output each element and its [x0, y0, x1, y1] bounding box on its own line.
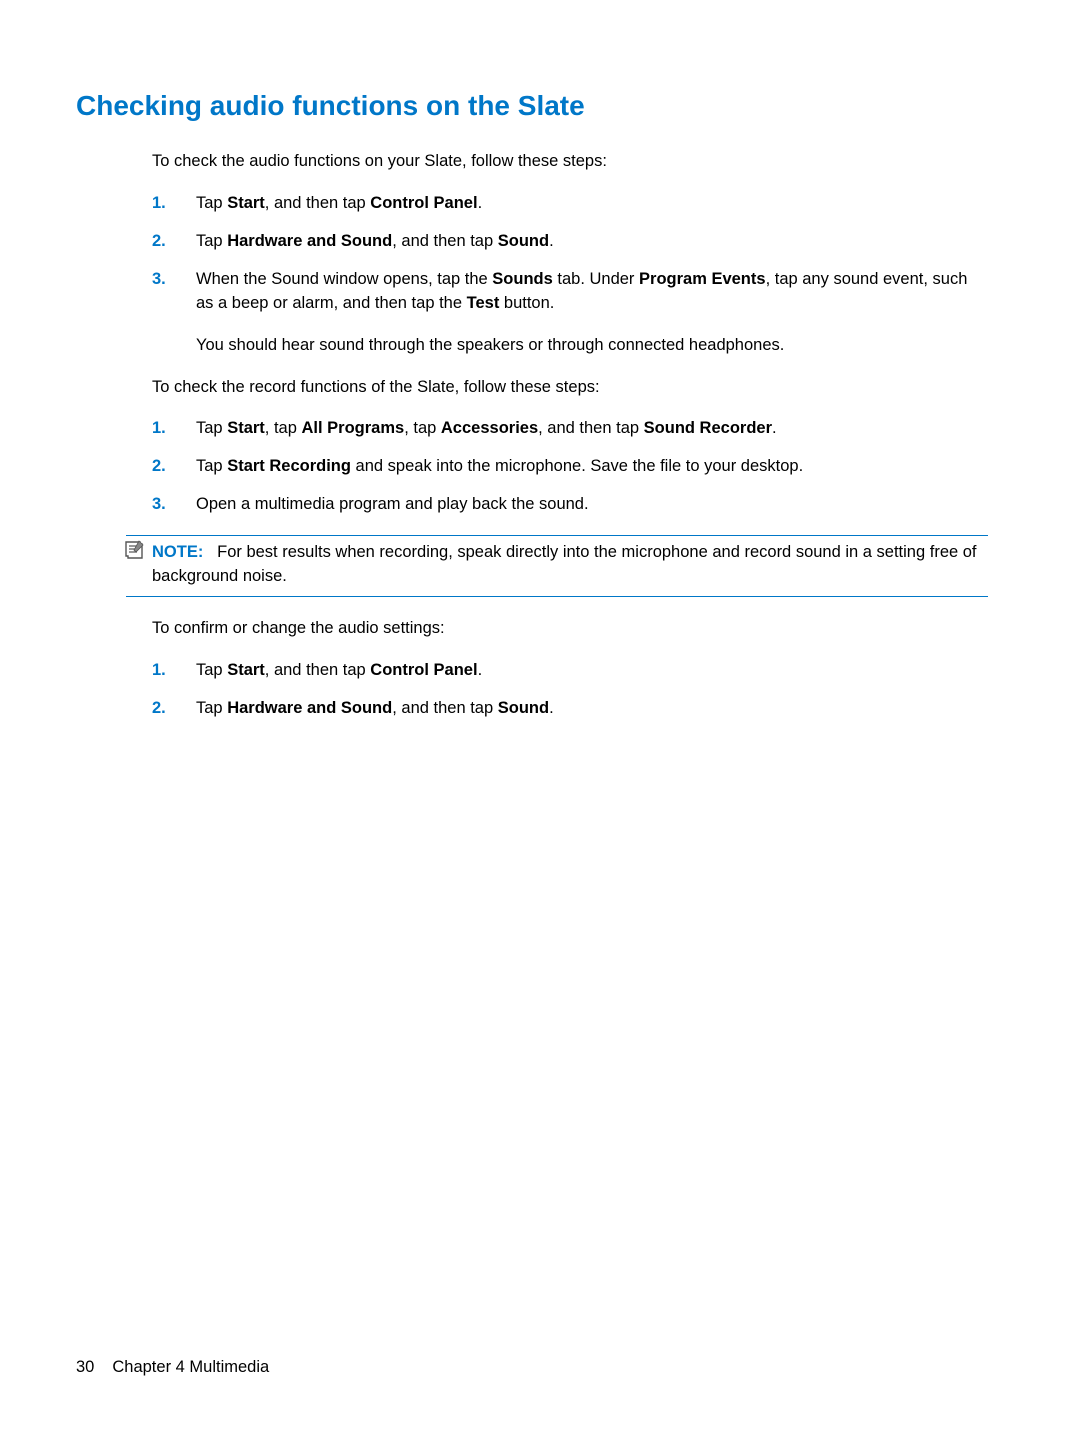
steps-list-3: 1. Tap Start, and then tap Control Panel.… [152, 659, 988, 721]
note-callout: NOTE: For best results when recording, s… [126, 535, 988, 597]
steps-list-1: 1. Tap Start, and then tap Control Panel.… [152, 192, 988, 358]
step-text: Tap Start, and then tap Control Panel. [196, 194, 482, 212]
step-text: Tap Hardware and Sound, and then tap Sou… [196, 699, 554, 717]
step-item: 1. Tap Start, and then tap Control Panel. [152, 192, 988, 216]
step-item: 1. Tap Start, tap All Programs, tap Acces… [152, 417, 988, 441]
step-item: 1. Tap Start, and then tap Control Panel. [152, 659, 988, 683]
step-text: Open a multimedia program and play back … [196, 495, 589, 513]
step-text: Tap Start, tap All Programs, tap Accesso… [196, 419, 777, 437]
note-icon [122, 540, 146, 562]
step-item: 2. Tap Hardware and Sound, and then tap S… [152, 697, 988, 721]
intro-paragraph-3: To confirm or change the audio settings: [152, 617, 988, 641]
step-number: 2. [152, 230, 166, 254]
step-number: 3. [152, 493, 166, 517]
note-body: For best results when recording, speak d… [152, 543, 977, 585]
note-label: NOTE: [152, 543, 203, 561]
step-number: 1. [152, 659, 166, 683]
page-footer: 30 Chapter 4 Multimedia [76, 1358, 269, 1377]
step-item: 3. When the Sound window opens, tap the S… [152, 268, 988, 358]
step-item: 3. Open a multimedia program and play bac… [152, 493, 988, 517]
intro-paragraph-1: To check the audio functions on your Sla… [152, 150, 988, 174]
step-number: 1. [152, 192, 166, 216]
step-number: 3. [152, 268, 166, 292]
note-text: NOTE: For best results when recording, s… [152, 541, 988, 589]
step-number: 1. [152, 417, 166, 441]
steps-list-2: 1. Tap Start, tap All Programs, tap Acces… [152, 417, 988, 517]
step-text: When the Sound window opens, tap the Sou… [196, 270, 967, 312]
step-item: 2. Tap Start Recording and speak into the… [152, 455, 988, 479]
step-text: Tap Hardware and Sound, and then tap Sou… [196, 232, 554, 250]
step-number: 2. [152, 697, 166, 721]
step-text: Tap Start, and then tap Control Panel. [196, 661, 482, 679]
step-text: Tap Start Recording and speak into the m… [196, 457, 803, 475]
page-number: 30 [76, 1358, 94, 1376]
content-body: To check the audio functions on your Sla… [152, 150, 988, 721]
step-number: 2. [152, 455, 166, 479]
step-item: 2. Tap Hardware and Sound, and then tap S… [152, 230, 988, 254]
step-subtext: You should hear sound through the speake… [196, 334, 988, 358]
chapter-label: Chapter 4 Multimedia [112, 1358, 269, 1376]
intro-paragraph-2: To check the record functions of the Sla… [152, 376, 988, 400]
section-heading: Checking audio functions on the Slate [76, 90, 988, 122]
